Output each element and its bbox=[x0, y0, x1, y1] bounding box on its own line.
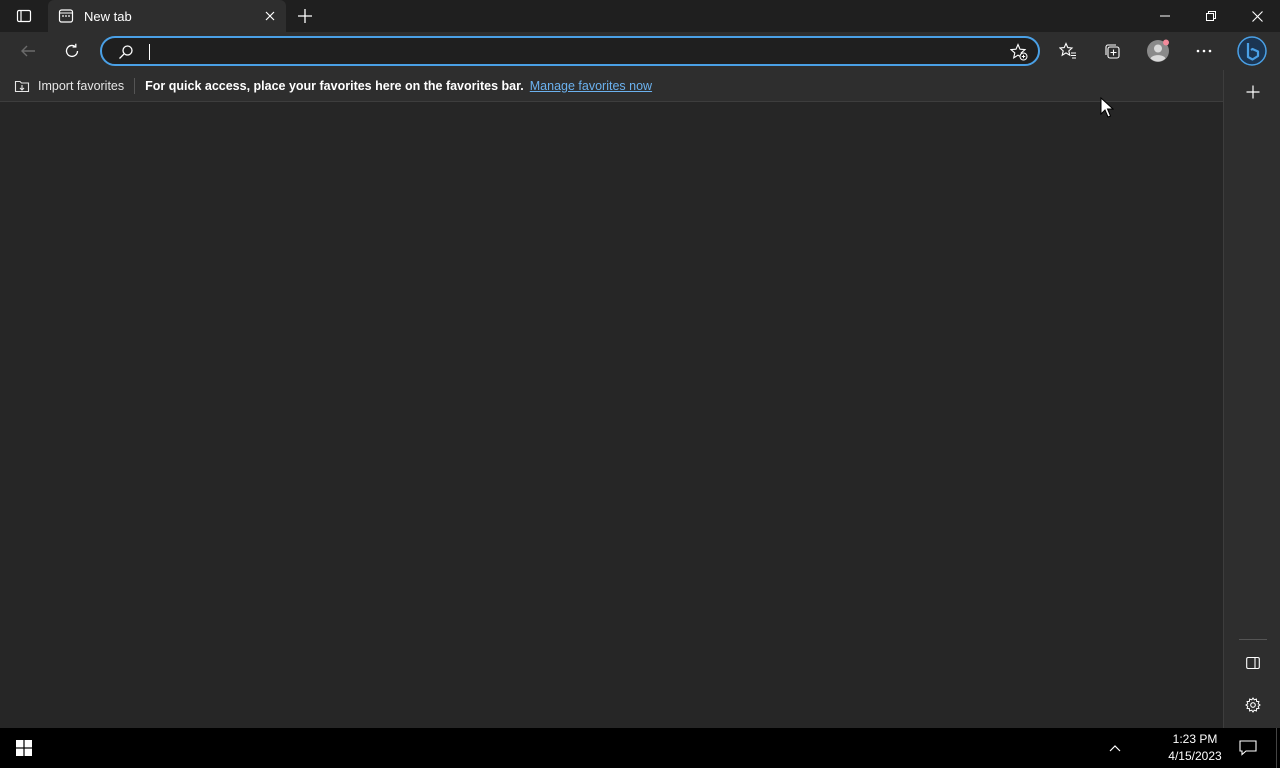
favorites-bar: Import favorites For quick access, place… bbox=[0, 70, 1223, 102]
manage-favorites-link[interactable]: Manage favorites now bbox=[530, 79, 652, 93]
windows-logo-icon bbox=[16, 740, 32, 756]
tab-title: New tab bbox=[84, 8, 132, 24]
search-icon bbox=[119, 45, 133, 59]
clock[interactable]: 1:23 PM 4/15/2023 bbox=[1160, 731, 1230, 765]
refresh-icon bbox=[65, 43, 79, 58]
restore-button[interactable] bbox=[1188, 0, 1234, 32]
sidebar-add-button[interactable] bbox=[1237, 76, 1269, 108]
tab-new-tab[interactable]: New tab bbox=[48, 0, 286, 32]
action-center-button[interactable] bbox=[1234, 733, 1262, 763]
taskbar: 1:23 PM 4/15/2023 bbox=[0, 728, 1280, 768]
more-options-button[interactable] bbox=[1188, 35, 1220, 67]
text-caret bbox=[149, 44, 150, 60]
mouse-cursor-icon bbox=[1100, 97, 1114, 118]
chevron-up-icon bbox=[1109, 745, 1121, 752]
bing-chat-icon bbox=[1237, 36, 1267, 66]
navigation-toolbar bbox=[0, 32, 1280, 70]
collections-button[interactable] bbox=[1096, 35, 1128, 67]
browser-window: New tab Import favorites For quick acces… bbox=[0, 0, 1280, 768]
notification-icon bbox=[1239, 740, 1257, 756]
address-input[interactable] bbox=[148, 42, 988, 62]
restore-icon bbox=[1206, 11, 1216, 21]
collections-icon bbox=[1105, 44, 1120, 59]
show-hidden-icons-button[interactable] bbox=[1102, 736, 1128, 760]
back-arrow-icon bbox=[21, 45, 35, 57]
new-tab-page-icon bbox=[58, 8, 74, 24]
plus-icon bbox=[1246, 85, 1260, 99]
tab-close-button[interactable] bbox=[256, 2, 284, 30]
import-favorites-button[interactable]: Import favorites bbox=[14, 78, 124, 94]
sidebar-toggle-icon bbox=[1246, 656, 1260, 670]
refresh-button[interactable] bbox=[56, 35, 88, 67]
sidebar-divider bbox=[1239, 639, 1267, 640]
address-bar[interactable] bbox=[100, 36, 1040, 66]
favorites-button[interactable] bbox=[1052, 35, 1084, 67]
more-options-icon bbox=[1196, 49, 1212, 53]
gear-icon bbox=[1245, 697, 1261, 713]
tab-actions-icon bbox=[16, 9, 32, 23]
bing-chat-button[interactable] bbox=[1236, 35, 1268, 67]
title-bar: New tab bbox=[0, 0, 1280, 32]
add-favorite-star-icon[interactable] bbox=[1010, 43, 1028, 61]
new-tab-button[interactable] bbox=[290, 0, 320, 32]
sidebar-settings-button[interactable] bbox=[1237, 689, 1269, 721]
minimize-button[interactable] bbox=[1142, 0, 1188, 32]
profile-avatar-icon bbox=[1147, 39, 1169, 62]
profile-button[interactable] bbox=[1142, 35, 1174, 67]
hide-sidebar-button[interactable] bbox=[1237, 647, 1269, 679]
minimize-icon bbox=[1160, 15, 1170, 17]
import-favorites-label: Import favorites bbox=[38, 78, 125, 93]
close-icon bbox=[265, 11, 275, 21]
show-desktop-button[interactable] bbox=[1276, 728, 1280, 768]
clock-date: 4/15/2023 bbox=[1168, 749, 1222, 763]
favorites-icon bbox=[1059, 42, 1076, 59]
close-icon bbox=[1251, 10, 1263, 22]
start-button[interactable] bbox=[0, 728, 48, 768]
favorites-bar-message: For quick access, place your favorites h… bbox=[145, 78, 524, 93]
close-window-button[interactable] bbox=[1234, 0, 1280, 32]
clock-time: 1:23 PM bbox=[1172, 732, 1218, 746]
page-content bbox=[0, 103, 1223, 728]
edge-sidebar bbox=[1223, 70, 1280, 728]
window-controls bbox=[1142, 0, 1280, 32]
back-button[interactable] bbox=[12, 35, 44, 67]
plus-icon bbox=[298, 9, 312, 23]
tab-actions-button[interactable] bbox=[8, 0, 40, 32]
favorites-bar-divider bbox=[134, 77, 136, 94]
import-favorites-icon bbox=[14, 80, 30, 92]
